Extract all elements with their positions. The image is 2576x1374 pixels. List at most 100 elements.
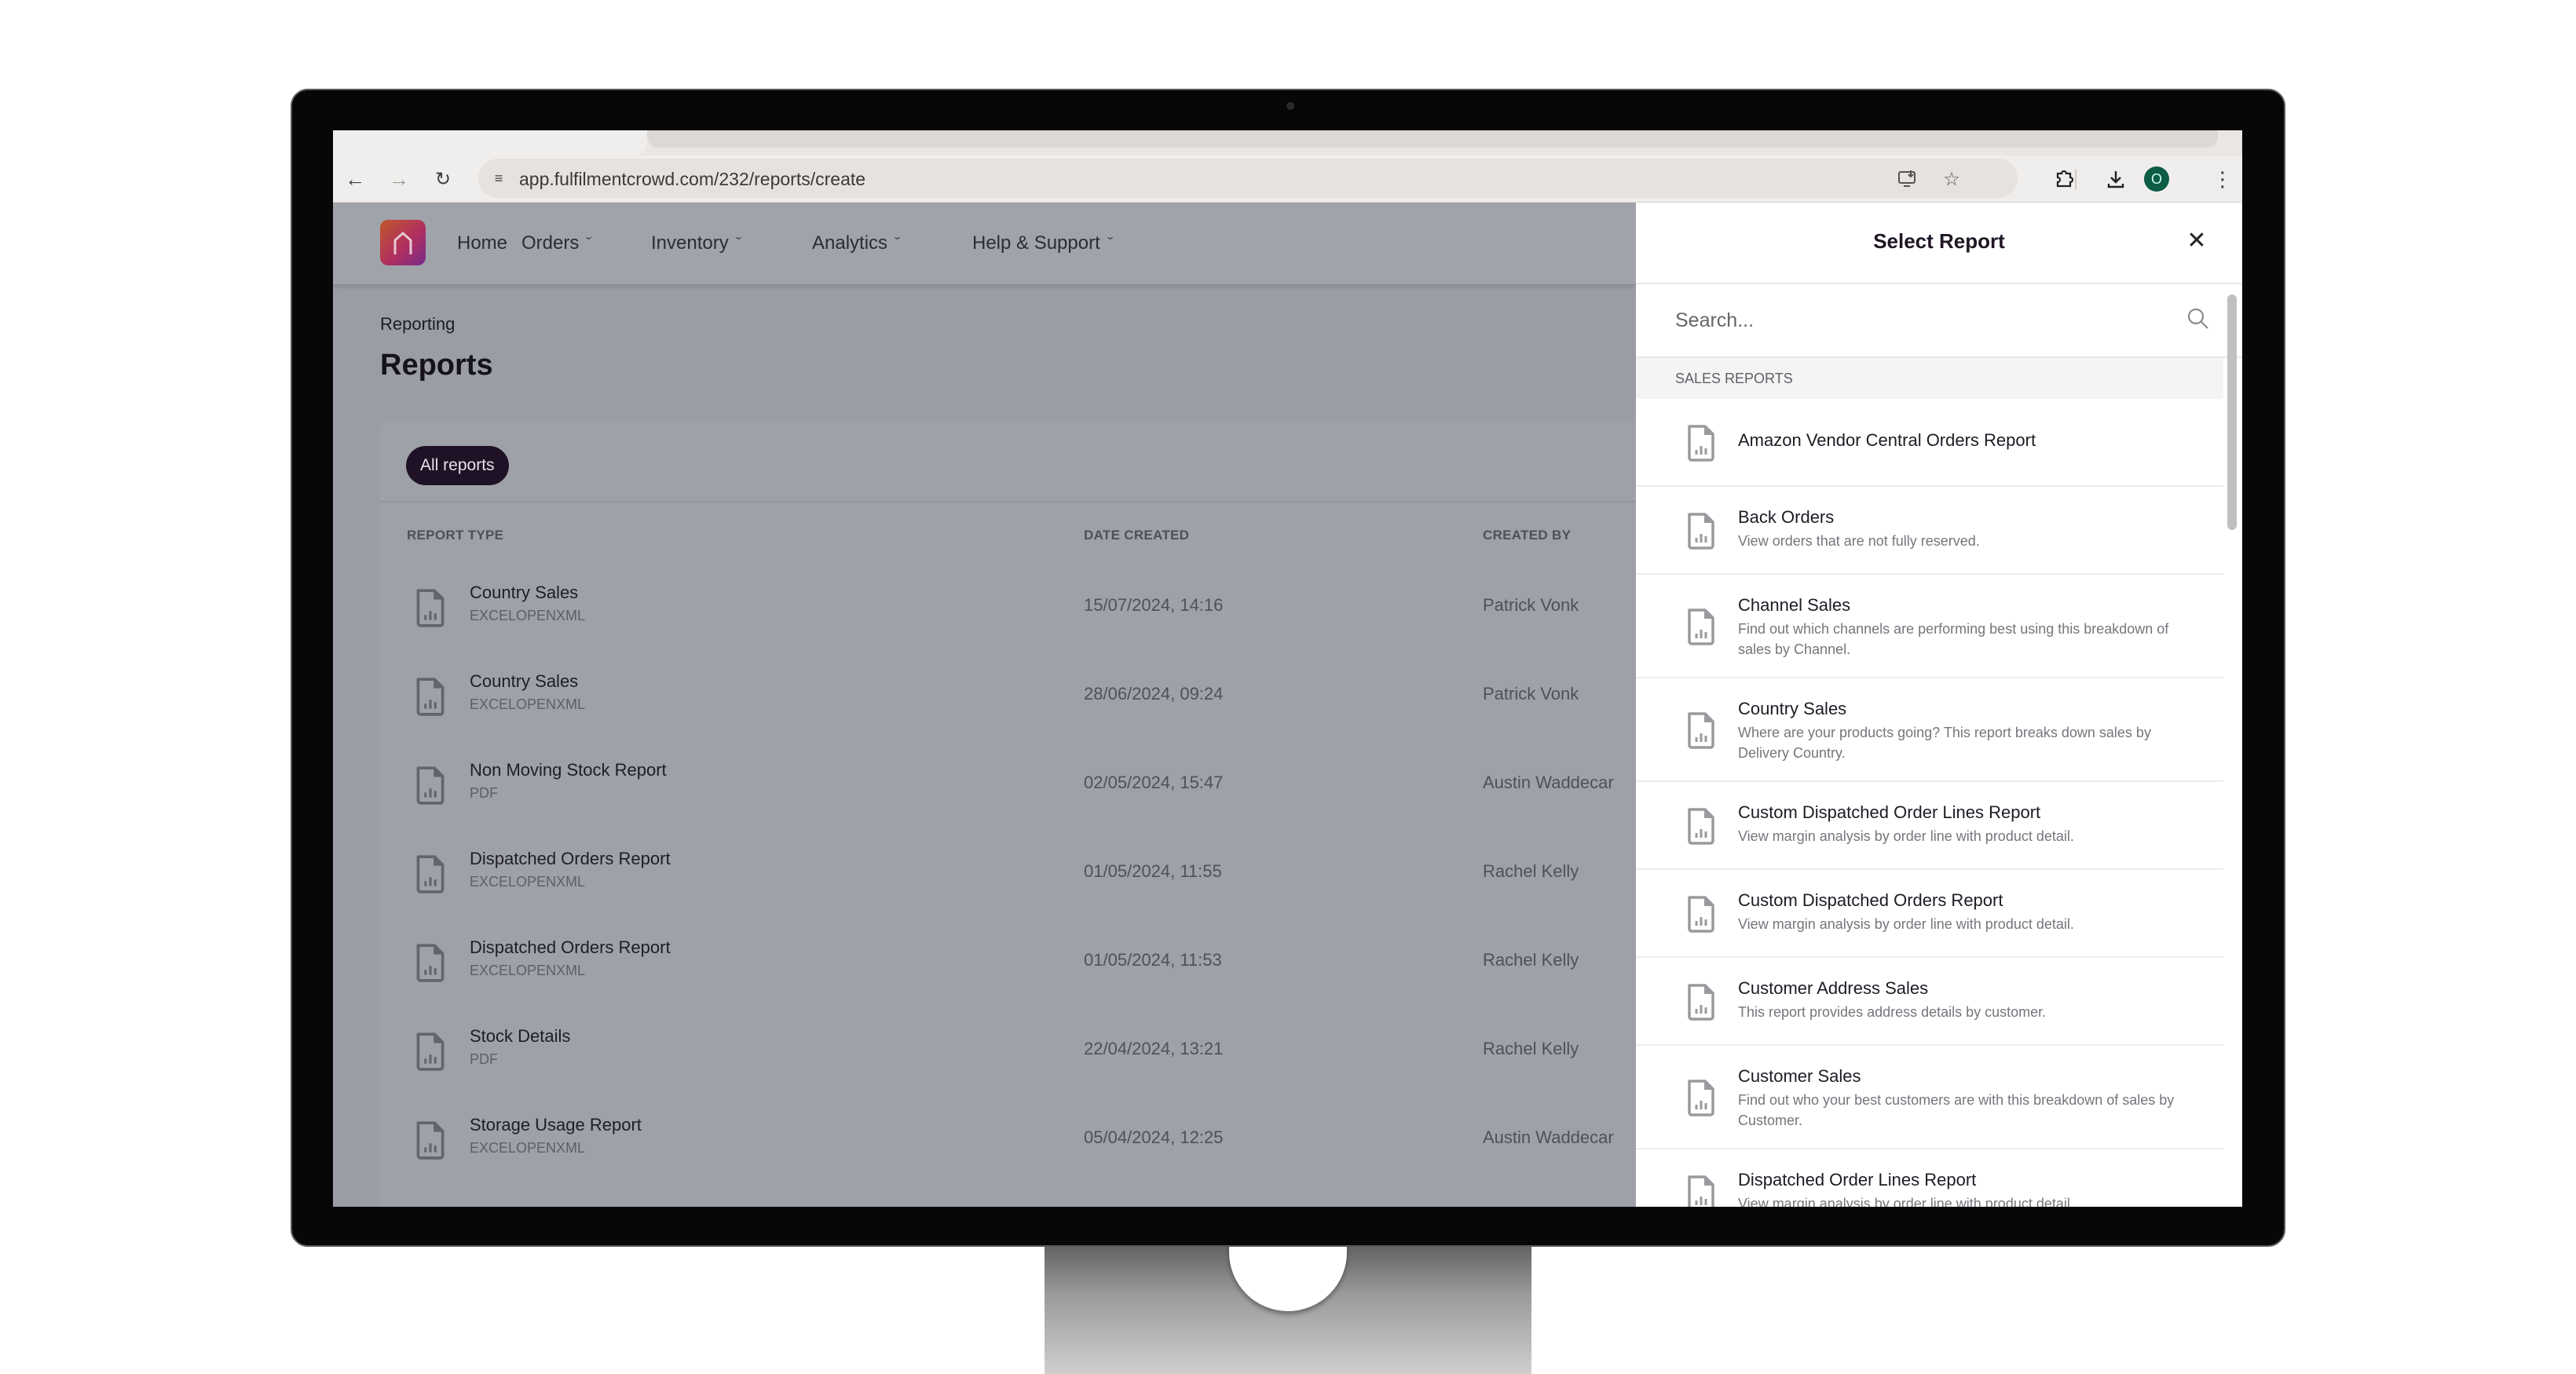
logo-icon[interactable]	[380, 220, 426, 265]
browser-toolbar: ← → ↻ ≡ app.fulfilmentcrowd.com/232/repo…	[333, 155, 2242, 203]
report-document-icon	[416, 678, 445, 716]
toolbar-separator	[2075, 170, 2077, 190]
report-option-title: Country Sales	[1738, 699, 1847, 718]
report-date: 01/05/2024, 11:53	[1084, 950, 1222, 970]
more-menu-icon[interactable]: ⋮	[2207, 163, 2238, 195]
report-date: 02/05/2024, 15:47	[1084, 773, 1224, 792]
report-document-icon	[1688, 808, 1714, 845]
chevron-down-icon: ˇ	[894, 236, 901, 250]
table-row[interactable]: Stock Details PDF 22/04/2024, 13:21 Rachel …	[380, 1015, 1636, 1104]
report-document-icon	[416, 766, 445, 805]
report-document-icon	[416, 855, 445, 893]
report-creator: Rachel Kelly	[1483, 950, 1579, 970]
report-option[interactable]: Customer Sales Find out who your best cus…	[1636, 1046, 2223, 1149]
report-options-list: Amazon Vendor Central Orders Report Back …	[1636, 399, 2223, 1207]
search-input[interactable]	[1675, 303, 2162, 338]
report-name[interactable]: Stock Details	[470, 1026, 570, 1047]
report-date: 01/05/2024, 11:55	[1084, 861, 1222, 881]
report-name[interactable]: Goods In Analysis	[470, 1204, 608, 1207]
table-row[interactable]: Dispatched Orders Report EXCELOPENXML 01/0…	[380, 926, 1636, 1015]
reload-icon[interactable]: ↻	[427, 163, 459, 195]
bookmark-star-icon[interactable]: ☆	[1937, 165, 1966, 193]
panel-scrollbar[interactable]	[2227, 294, 2237, 530]
report-option[interactable]: Back Orders View orders that are not full…	[1636, 487, 2223, 575]
report-option-title: Customer Sales	[1738, 1066, 1861, 1086]
column-header-created-by[interactable]: CREATED BY	[1483, 528, 1571, 543]
report-name[interactable]: Dispatched Orders Report	[470, 937, 671, 958]
nav-help-support[interactable]: Help & Support ˇ	[972, 232, 1113, 254]
address-bar[interactable]: ≡ app.fulfilmentcrowd.com/232/reports/cr…	[478, 159, 2018, 198]
panel-title: Select Report	[1873, 229, 2005, 253]
site-settings-icon[interactable]: ≡	[486, 166, 511, 191]
panel-header: Select Report ✕	[1636, 203, 2242, 284]
report-option-description: This report provides address details by …	[1738, 1004, 2047, 1020]
table-row[interactable]: Dispatched Orders Report EXCELOPENXML 01/0…	[380, 838, 1636, 926]
report-option[interactable]: Custom Dispatched Orders Report View marg…	[1636, 870, 2223, 958]
report-option[interactable]: Channel Sales Find out which channels are…	[1636, 575, 2223, 678]
report-creator: Austin Waddecar	[1483, 1127, 1614, 1147]
report-date: 28/06/2024, 09:24	[1084, 684, 1224, 703]
table-row[interactable]: Non Moving Stock Report PDF 02/05/2024, 15…	[380, 749, 1636, 838]
report-name[interactable]: Country Sales	[470, 583, 578, 603]
forward-arrow-icon[interactable]: →	[383, 163, 415, 195]
downloads-icon[interactable]	[2100, 163, 2131, 195]
report-name[interactable]: Non Moving Stock Report	[470, 760, 667, 780]
inactive-tab[interactable]	[647, 130, 2218, 148]
nav-analytics[interactable]: Analytics ˇ	[812, 232, 901, 254]
report-option-title: Custom Dispatched Orders Report	[1738, 890, 2003, 910]
breadcrumb[interactable]: Reporting	[380, 314, 455, 334]
close-icon[interactable]: ✕	[2181, 225, 2212, 256]
report-document-icon	[1688, 712, 1714, 749]
report-creator: Rachel Kelly	[1483, 1039, 1579, 1058]
report-option[interactable]: Customer Address Sales This report provid…	[1636, 958, 2223, 1046]
report-creator: Rachel Kelly	[1483, 861, 1579, 881]
search-bar	[1636, 284, 2242, 358]
table-row[interactable]: Country Sales EXCELOPENXML 15/07/2024, 14:…	[380, 572, 1636, 660]
column-header-date-created[interactable]: DATE CREATED	[1084, 528, 1189, 543]
active-tab[interactable]	[333, 130, 647, 155]
back-arrow-icon[interactable]: ←	[339, 163, 371, 195]
table-row[interactable]: Goods In Analysis	[380, 1193, 1636, 1207]
chevron-down-icon: ˇ	[735, 236, 742, 250]
report-name[interactable]: Country Sales	[470, 671, 578, 692]
report-option-description: Where are your products going? This repo…	[1738, 725, 2151, 761]
report-option[interactable]: Amazon Vendor Central Orders Report	[1636, 399, 2223, 487]
nav-inventory[interactable]: Inventory ˇ	[651, 232, 741, 254]
search-icon[interactable]	[2186, 306, 2211, 331]
section-header-sales-reports: SALES REPORTS	[1636, 358, 2223, 399]
report-option-description: Find out who your best customers are wit…	[1738, 1092, 2175, 1128]
url-text[interactable]: app.fulfilmentcrowd.com/232/reports/crea…	[519, 169, 865, 190]
report-option-title: Back Orders	[1738, 507, 1835, 527]
report-document-icon	[416, 1032, 445, 1071]
report-document-icon	[416, 944, 445, 982]
report-format: EXCELOPENXML	[470, 608, 586, 623]
report-option[interactable]: Country Sales Where are your products goi…	[1636, 678, 2223, 782]
report-option-title: Channel Sales	[1738, 595, 1851, 615]
report-format: PDF	[470, 1051, 498, 1067]
top-nav: Home Orders ˇ Inventory ˇ Analytics ˇ Help …	[333, 203, 1636, 284]
report-format: EXCELOPENXML	[470, 696, 586, 712]
all-reports-filter[interactable]: All reports	[406, 446, 509, 485]
report-document-icon	[416, 1121, 445, 1160]
nav-orders[interactable]: Orders ˇ	[521, 232, 592, 254]
report-option-description: View orders that are not fully reserved.	[1738, 533, 1980, 549]
report-option-description: View margin analysis by order line with …	[1738, 828, 2074, 844]
report-option[interactable]: Custom Dispatched Order Lines Report View…	[1636, 782, 2223, 870]
report-name[interactable]: Storage Usage Report	[470, 1115, 642, 1135]
report-option-description: View margin analysis by order line with …	[1738, 916, 2074, 932]
nav-home[interactable]: Home	[457, 232, 507, 254]
report-document-icon	[1688, 1175, 1714, 1207]
report-creator: Patrick Vonk	[1483, 595, 1579, 615]
report-option-title: Dispatched Order Lines Report	[1738, 1170, 1977, 1189]
reports-table-card: All reports REPORT TYPE DATE CREATED CRE…	[380, 422, 1636, 1207]
report-option[interactable]: Dispatched Order Lines Report View margin…	[1636, 1149, 2223, 1207]
table-row[interactable]: Country Sales EXCELOPENXML 28/06/2024, 09:…	[380, 660, 1636, 749]
profile-avatar[interactable]: O	[2144, 166, 2169, 192]
report-name[interactable]: Dispatched Orders Report	[470, 849, 671, 869]
table-row[interactable]: Storage Usage Report EXCELOPENXML 05/04/20…	[380, 1104, 1636, 1193]
report-option-description: Find out which channels are performing b…	[1738, 621, 2169, 657]
install-app-icon[interactable]	[1894, 165, 1922, 193]
report-date: 05/04/2024, 12:25	[1084, 1127, 1224, 1147]
chevron-down-icon: ˇ	[586, 236, 592, 250]
column-header-report-type[interactable]: REPORT TYPE	[407, 528, 503, 543]
